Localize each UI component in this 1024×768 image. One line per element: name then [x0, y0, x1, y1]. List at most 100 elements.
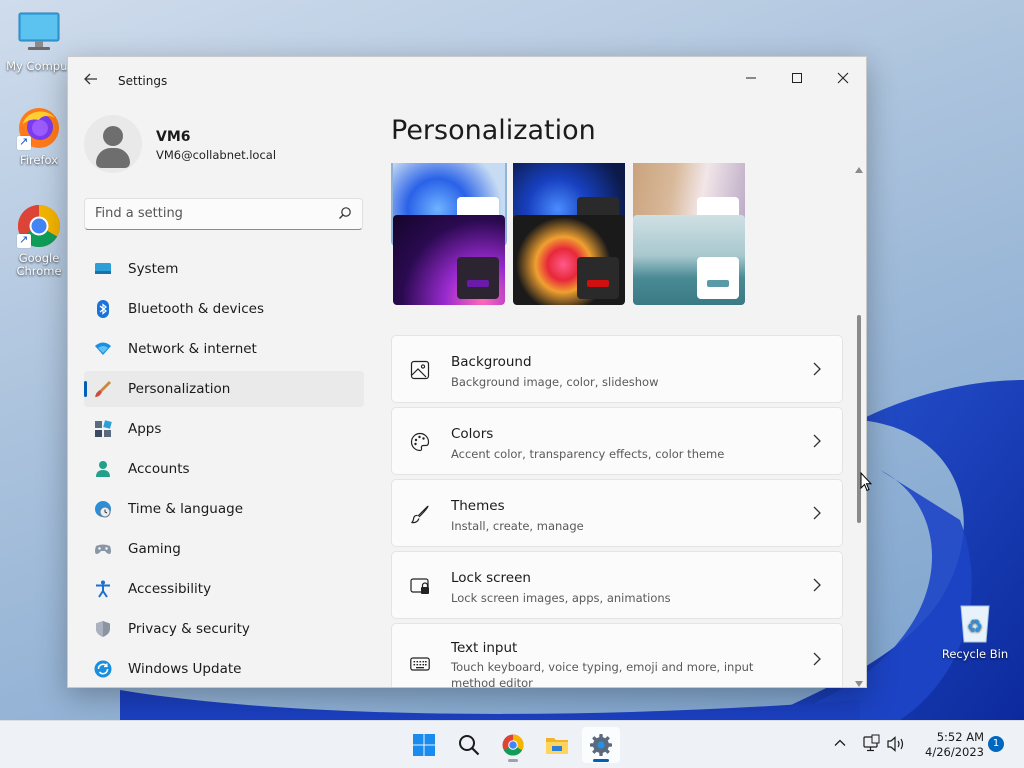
accessibility-icon	[96, 580, 110, 598]
title-bar: Settings	[68, 57, 866, 105]
network-volume-icons	[863, 734, 904, 752]
card-title: Themes	[451, 498, 505, 514]
sidebar-item-bluetooth[interactable]: Bluetooth & devices	[84, 291, 364, 327]
sidebar-item-accessibility[interactable]: Accessibility	[84, 571, 364, 607]
palette-icon	[410, 432, 430, 452]
theme-thumbnail[interactable]	[513, 215, 625, 305]
windows-logo-icon	[413, 734, 435, 756]
card-text-input[interactable]: Text input Touch keyboard, voice typing,…	[391, 623, 843, 688]
sidebar-item-accounts[interactable]: Accounts	[84, 451, 364, 487]
window-title: Settings	[118, 74, 168, 88]
system-icon	[95, 263, 111, 274]
card-background[interactable]: Background Background image, color, slid…	[391, 335, 843, 403]
theme-thumbnail[interactable]	[393, 215, 505, 305]
sidebar-item-label: Bluetooth & devices	[128, 301, 265, 317]
brush-icon	[411, 505, 429, 524]
minimize-button[interactable]	[728, 63, 774, 93]
chrome-icon	[15, 202, 63, 250]
monitor-icon	[15, 10, 63, 58]
firefox-icon	[15, 104, 63, 152]
sidebar-item-label: Gaming	[128, 541, 181, 557]
bluetooth-icon	[97, 300, 109, 318]
taskbar-file-explorer[interactable]	[538, 727, 576, 763]
chevron-right-icon	[813, 434, 821, 448]
sidebar-item-label: Personalization	[128, 381, 231, 397]
windows-update-icon	[94, 660, 112, 678]
notification-badge[interactable]: 1	[988, 736, 1004, 752]
chevron-right-icon	[813, 362, 821, 376]
card-title: Background	[451, 354, 532, 370]
sidebar-nav: System Bluetooth & devices Network & int…	[84, 251, 364, 687]
accounts-icon	[96, 461, 110, 477]
chevron-right-icon	[813, 652, 821, 666]
settings-cards: Background Background image, color, slid…	[391, 335, 843, 688]
taskbar: 5:52 AM 4/26/2023 1	[0, 720, 1024, 768]
sidebar-item-label: Network & internet	[128, 341, 257, 357]
sidebar-item-label: Accounts	[128, 461, 190, 477]
chevron-up-icon[interactable]	[832, 735, 848, 751]
card-lock-screen[interactable]: Lock screen Lock screen images, apps, an…	[391, 551, 843, 619]
sidebar-item-label: System	[128, 261, 179, 277]
start-button[interactable]	[405, 727, 443, 763]
svg-text:♻: ♻	[967, 616, 983, 637]
personalization-icon	[95, 381, 111, 397]
system-tray[interactable]	[862, 734, 910, 754]
card-title: Lock screen	[451, 570, 531, 586]
avatar	[84, 115, 142, 173]
clock[interactable]: 5:52 AM 4/26/2023	[918, 730, 984, 760]
taskbar-chrome[interactable]	[494, 727, 532, 763]
search-input[interactable]	[95, 206, 325, 221]
sidebar-item-label: Windows Update	[128, 661, 242, 677]
desktop-icon-recycle-bin[interactable]: ♻ Recycle Bin	[936, 598, 1014, 661]
maximize-icon	[792, 73, 802, 83]
sidebar-item-privacy[interactable]: Privacy & security	[84, 611, 364, 647]
sidebar-item-personalization[interactable]: Personalization	[84, 371, 364, 407]
shortcut-arrow-icon	[17, 233, 31, 248]
search-icon[interactable]	[338, 206, 352, 220]
scroll-up-arrow-icon[interactable]	[855, 167, 863, 173]
mouse-cursor-icon	[860, 472, 872, 492]
minimize-icon	[746, 77, 756, 79]
sidebar-item-apps[interactable]: Apps	[84, 411, 364, 447]
theme-thumbnail[interactable]	[633, 215, 745, 305]
profile-email: VM6@collabnet.local	[156, 148, 277, 162]
image-icon	[410, 360, 430, 380]
active-indicator	[593, 759, 609, 762]
sidebar-item-network[interactable]: Network & internet	[84, 331, 364, 367]
card-title: Colors	[451, 426, 494, 442]
user-profile[interactable]: VM6 VM6@collabnet.local	[84, 115, 364, 175]
keyboard-icon	[410, 657, 430, 671]
profile-name: VM6	[156, 129, 191, 145]
folder-icon	[546, 738, 568, 754]
network-icon	[95, 342, 111, 355]
sidebar-item-system[interactable]: System	[84, 251, 364, 287]
volume-icon	[887, 736, 904, 752]
taskbar-search-button[interactable]	[450, 727, 488, 763]
card-subtitle: Touch keyboard, voice typing, emoji and …	[451, 660, 754, 688]
clock-date: 4/26/2023	[925, 745, 984, 759]
scroll-down-arrow-icon[interactable]	[855, 681, 863, 687]
chevron-right-icon	[813, 578, 821, 592]
back-button[interactable]	[80, 71, 102, 93]
taskbar-settings[interactable]	[582, 727, 620, 763]
card-subtitle: Accent color, transparency effects, colo…	[451, 447, 725, 461]
sidebar-item-label: Privacy & security	[128, 621, 250, 637]
sidebar-item-label: Time & language	[128, 501, 244, 517]
clock-time: 5:52 AM	[936, 730, 984, 744]
card-title: Text input	[451, 640, 518, 656]
sidebar-item-label: Accessibility	[128, 581, 212, 597]
search-box[interactable]	[84, 198, 363, 230]
time-language-icon	[95, 501, 111, 518]
card-themes[interactable]: Themes Install, create, manage	[391, 479, 843, 547]
card-colors[interactable]: Colors Accent color, transparency effect…	[391, 407, 843, 475]
close-button[interactable]	[820, 63, 866, 93]
chrome-icon	[502, 734, 524, 756]
gear-icon	[590, 734, 612, 756]
maximize-button[interactable]	[774, 63, 820, 93]
sidebar-item-windows-update[interactable]: Windows Update	[84, 651, 364, 687]
running-indicator	[508, 759, 518, 762]
desktop-icon-label: Recycle Bin	[941, 647, 1009, 661]
sidebar-item-time-language[interactable]: Time & language	[84, 491, 364, 527]
content-scrollbar[interactable]	[854, 163, 864, 687]
sidebar-item-gaming[interactable]: Gaming	[84, 531, 364, 567]
